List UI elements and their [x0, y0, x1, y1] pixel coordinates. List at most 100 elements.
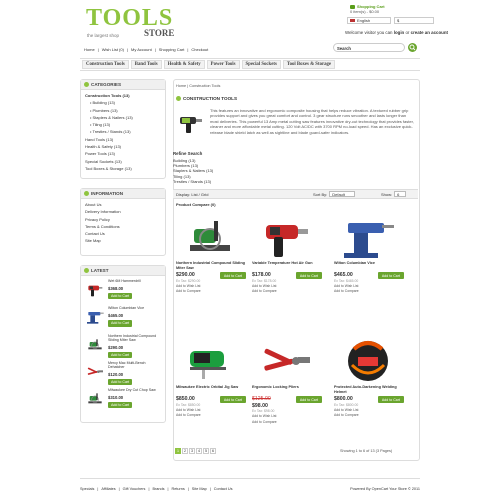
add-to-wishlist-link[interactable]: Add to Wish List: [334, 284, 410, 288]
latest-name[interactable]: Wet 6M Hammerdrill: [108, 279, 141, 283]
information-link[interactable]: Site Map: [85, 238, 161, 243]
currency-select[interactable]: $: [394, 17, 434, 24]
add-to-compare-link[interactable]: Add to Compare: [334, 413, 410, 417]
page-number[interactable]: 1: [175, 448, 181, 454]
footer-link[interactable]: Contact Us: [214, 487, 233, 492]
nav-power-tools[interactable]: Power Tools: [206, 60, 240, 69]
add-to-compare-link[interactable]: Add to Compare: [252, 289, 328, 293]
product-image[interactable]: [338, 211, 398, 259]
category-item[interactable]: Health & Safety (13): [85, 144, 161, 149]
page-number[interactable]: 5: [203, 448, 209, 454]
add-to-compare-link[interactable]: Add to Compare: [176, 289, 252, 293]
link-checkout[interactable]: Checkout: [191, 47, 208, 52]
product-name[interactable]: Variable Temperature Hot Air Gun: [252, 261, 328, 271]
footer-link[interactable]: Affiliates: [101, 487, 115, 492]
latest-add-to-cart-button[interactable]: Add to Cart: [108, 402, 133, 409]
login-link[interactable]: login: [394, 30, 405, 35]
search-button[interactable]: [408, 43, 417, 52]
category-item[interactable]: Tool Boxes & Storage (13): [85, 166, 161, 171]
link-home[interactable]: Home: [84, 47, 95, 52]
footer-link[interactable]: Brands: [152, 487, 164, 492]
page-number[interactable]: 6: [210, 448, 216, 454]
create-account-link[interactable]: create an account: [411, 30, 448, 35]
page-number[interactable]: 3: [189, 448, 195, 454]
product-image[interactable]: [338, 335, 398, 383]
product-image[interactable]: [256, 335, 316, 383]
information-link[interactable]: Delivery Information: [85, 209, 161, 214]
product-name[interactable]: Northern Industrial Compound Sliding Mit…: [176, 261, 252, 271]
product-image[interactable]: [256, 211, 316, 259]
add-to-cart-button[interactable]: Add to Cart: [377, 396, 404, 404]
add-to-cart-button[interactable]: Add to Cart: [219, 272, 246, 280]
add-to-compare-link[interactable]: Add to Compare: [176, 413, 252, 417]
information-link[interactable]: About Us: [85, 202, 161, 207]
add-to-wishlist-link[interactable]: Add to Wish List: [176, 408, 252, 412]
add-to-compare-link[interactable]: Add to Compare: [334, 289, 410, 293]
latest-thumbnail[interactable]: [85, 361, 105, 381]
add-to-cart-button[interactable]: Add to Cart: [295, 272, 322, 280]
footer-link[interactable]: Returns: [171, 487, 184, 492]
latest-thumbnail[interactable]: [85, 279, 105, 299]
link-account[interactable]: My Account: [131, 47, 152, 52]
nav-band-tools[interactable]: Band Tools: [130, 60, 162, 69]
footer-link[interactable]: Site Map: [192, 487, 207, 492]
category-item[interactable]: Construction Tools (13): [85, 93, 161, 98]
latest-thumbnail[interactable]: [85, 388, 105, 408]
display-toggle[interactable]: Display: List / Grid: [176, 192, 208, 197]
product-name[interactable]: Protected Auto-Darkening Welding Helmet: [334, 385, 410, 395]
product-compare-link[interactable]: Product Compare (0): [176, 202, 216, 207]
product-name[interactable]: Wilton Columbian Vice: [334, 261, 410, 271]
language-select[interactable]: English: [347, 17, 391, 24]
add-to-cart-button[interactable]: Add to Cart: [295, 396, 322, 404]
nav-construction-tools[interactable]: Construction Tools: [82, 60, 129, 69]
latest-add-to-cart-button[interactable]: Add to Cart: [108, 379, 133, 386]
latest-name[interactable]: Wilton Columbian Vice: [108, 306, 144, 310]
product-image[interactable]: [180, 211, 240, 259]
information-link[interactable]: Contact Us: [85, 231, 161, 236]
product-name[interactable]: Milwaukee Electric Orbital Jig Saw: [176, 385, 252, 395]
latest-thumbnail[interactable]: [85, 306, 105, 326]
product-image[interactable]: [180, 335, 240, 383]
page-number[interactable]: 4: [196, 448, 202, 454]
latest-thumbnail[interactable]: [85, 334, 105, 354]
store-logo[interactable]: TOOLS STORE the largest shop: [86, 6, 174, 38]
add-to-wishlist-link[interactable]: Add to Wish List: [252, 414, 328, 418]
add-to-compare-link[interactable]: Add to Compare: [252, 420, 328, 424]
category-item[interactable]: • Tiling (13): [85, 122, 161, 127]
footer-link[interactable]: Gift Vouchers: [123, 487, 146, 492]
category-item[interactable]: • Staplers & Nailers (13): [85, 115, 161, 120]
link-cart[interactable]: Shopping Cart: [159, 47, 185, 52]
refine-link[interactable]: Trestles / Stands (13): [173, 179, 213, 184]
add-to-wishlist-link[interactable]: Add to Wish List: [334, 408, 410, 412]
footer-link[interactable]: Specials: [80, 487, 94, 492]
nav-health-safety[interactable]: Health & Safety: [163, 60, 205, 69]
add-to-cart-button[interactable]: Add to Cart: [219, 396, 246, 404]
latest-name[interactable]: Northern Industrial Compound Sliding Mit…: [108, 334, 161, 343]
category-item[interactable]: Special Sockets (13): [85, 159, 161, 164]
show-select[interactable]: 6: [394, 191, 407, 197]
refine-link[interactable]: Staplers & Nailers (13): [173, 168, 213, 173]
sort-select[interactable]: Default: [329, 191, 356, 197]
add-to-wishlist-link[interactable]: Add to Wish List: [176, 284, 252, 288]
category-item[interactable]: Hand Tools (13): [85, 137, 161, 142]
information-link[interactable]: Terms & Conditions: [85, 224, 161, 229]
nav-special-sockets[interactable]: Special Sockets: [241, 60, 281, 69]
category-item[interactable]: Power Tools (13): [85, 151, 161, 156]
latest-add-to-cart-button[interactable]: Add to Cart: [108, 292, 133, 300]
category-item[interactable]: • Building (13): [85, 100, 161, 105]
link-wishlist[interactable]: Wish List (0): [102, 47, 124, 52]
add-to-cart-button[interactable]: Add to Cart: [377, 272, 404, 280]
latest-add-to-cart-button[interactable]: Add to Cart: [108, 351, 133, 359]
breadcrumb[interactable]: Home | Construction Tools: [176, 84, 220, 89]
category-item[interactable]: • Plumbers (13): [85, 108, 161, 113]
add-to-wishlist-link[interactable]: Add to Wish List: [252, 284, 328, 288]
latest-name[interactable]: Mercy Mac Multi-Bench Dehatcher: [108, 361, 161, 370]
latest-add-to-cart-button[interactable]: Add to Cart: [108, 320, 133, 327]
latest-name[interactable]: Milwaukee Dry Cut Chop Saw: [108, 388, 156, 392]
nav-tool-boxes[interactable]: Tool Boxes & Storage: [282, 60, 336, 69]
cart-summary[interactable]: Shopping Cart 0 item(s) - $0.00: [350, 4, 385, 14]
page-number[interactable]: 2: [182, 448, 188, 454]
product-name[interactable]: Ergonomic Locking Pliers: [252, 385, 328, 395]
information-link[interactable]: Privacy Policy: [85, 217, 161, 222]
category-item[interactable]: • Trestles / Stands (13): [85, 129, 161, 134]
